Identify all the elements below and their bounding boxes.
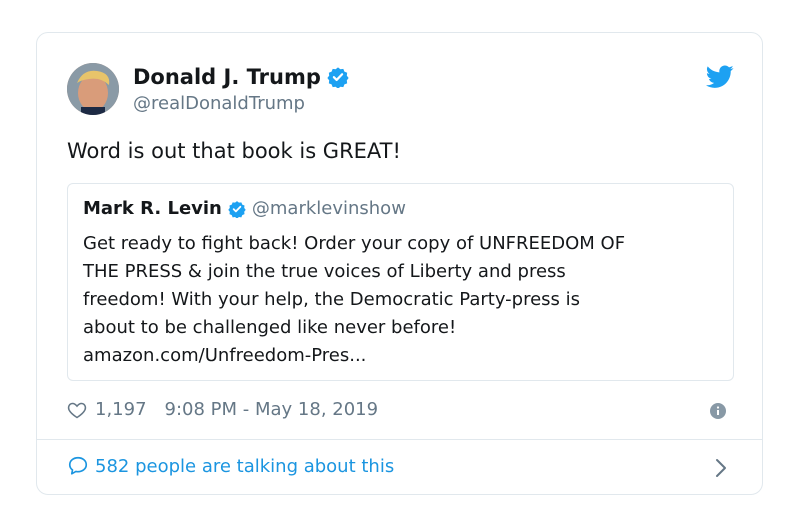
heart-icon[interactable] xyxy=(67,400,87,420)
tweet-text: Word is out that book is GREAT! xyxy=(67,139,401,163)
quoted-tweet[interactable]: Mark R. Levin @marklevinshow Get ready t… xyxy=(67,183,734,381)
twitter-bird-icon[interactable] xyxy=(706,65,734,89)
quoted-tweet-header: Mark R. Levin @marklevinshow xyxy=(83,198,406,219)
tweet-timestamp[interactable]: 9:08 PM - May 18, 2019 xyxy=(165,399,379,420)
avatar-image xyxy=(67,63,119,115)
tweet-card: Donald J. Trump @realDonaldTrump Word is… xyxy=(36,32,763,495)
quoted-tweet-text: Get ready to fight back! Order your copy… xyxy=(83,233,626,366)
avatar[interactable] xyxy=(67,63,119,115)
author-handle[interactable]: @realDonaldTrump xyxy=(133,93,305,114)
verified-icon xyxy=(228,200,246,218)
tweet-meta: 1,197 9:08 PM - May 18, 2019 xyxy=(67,399,378,420)
like-count[interactable]: 1,197 xyxy=(95,399,147,420)
quoted-author-handle: @marklevinshow xyxy=(251,198,406,219)
info-icon[interactable] xyxy=(710,403,726,419)
author-name[interactable]: Donald J. Trump xyxy=(133,65,321,89)
reply-bubble-icon xyxy=(68,456,88,475)
verified-icon xyxy=(327,67,349,88)
conversation-link[interactable]: 582 people are talking about this xyxy=(67,455,394,477)
author-row: Donald J. Trump xyxy=(133,65,349,89)
chevron-right-icon[interactable] xyxy=(714,457,728,479)
conversation-count[interactable]: 582 people are talking about this xyxy=(95,456,394,477)
divider xyxy=(37,439,762,440)
quoted-author-name: Mark R. Levin xyxy=(83,198,222,219)
